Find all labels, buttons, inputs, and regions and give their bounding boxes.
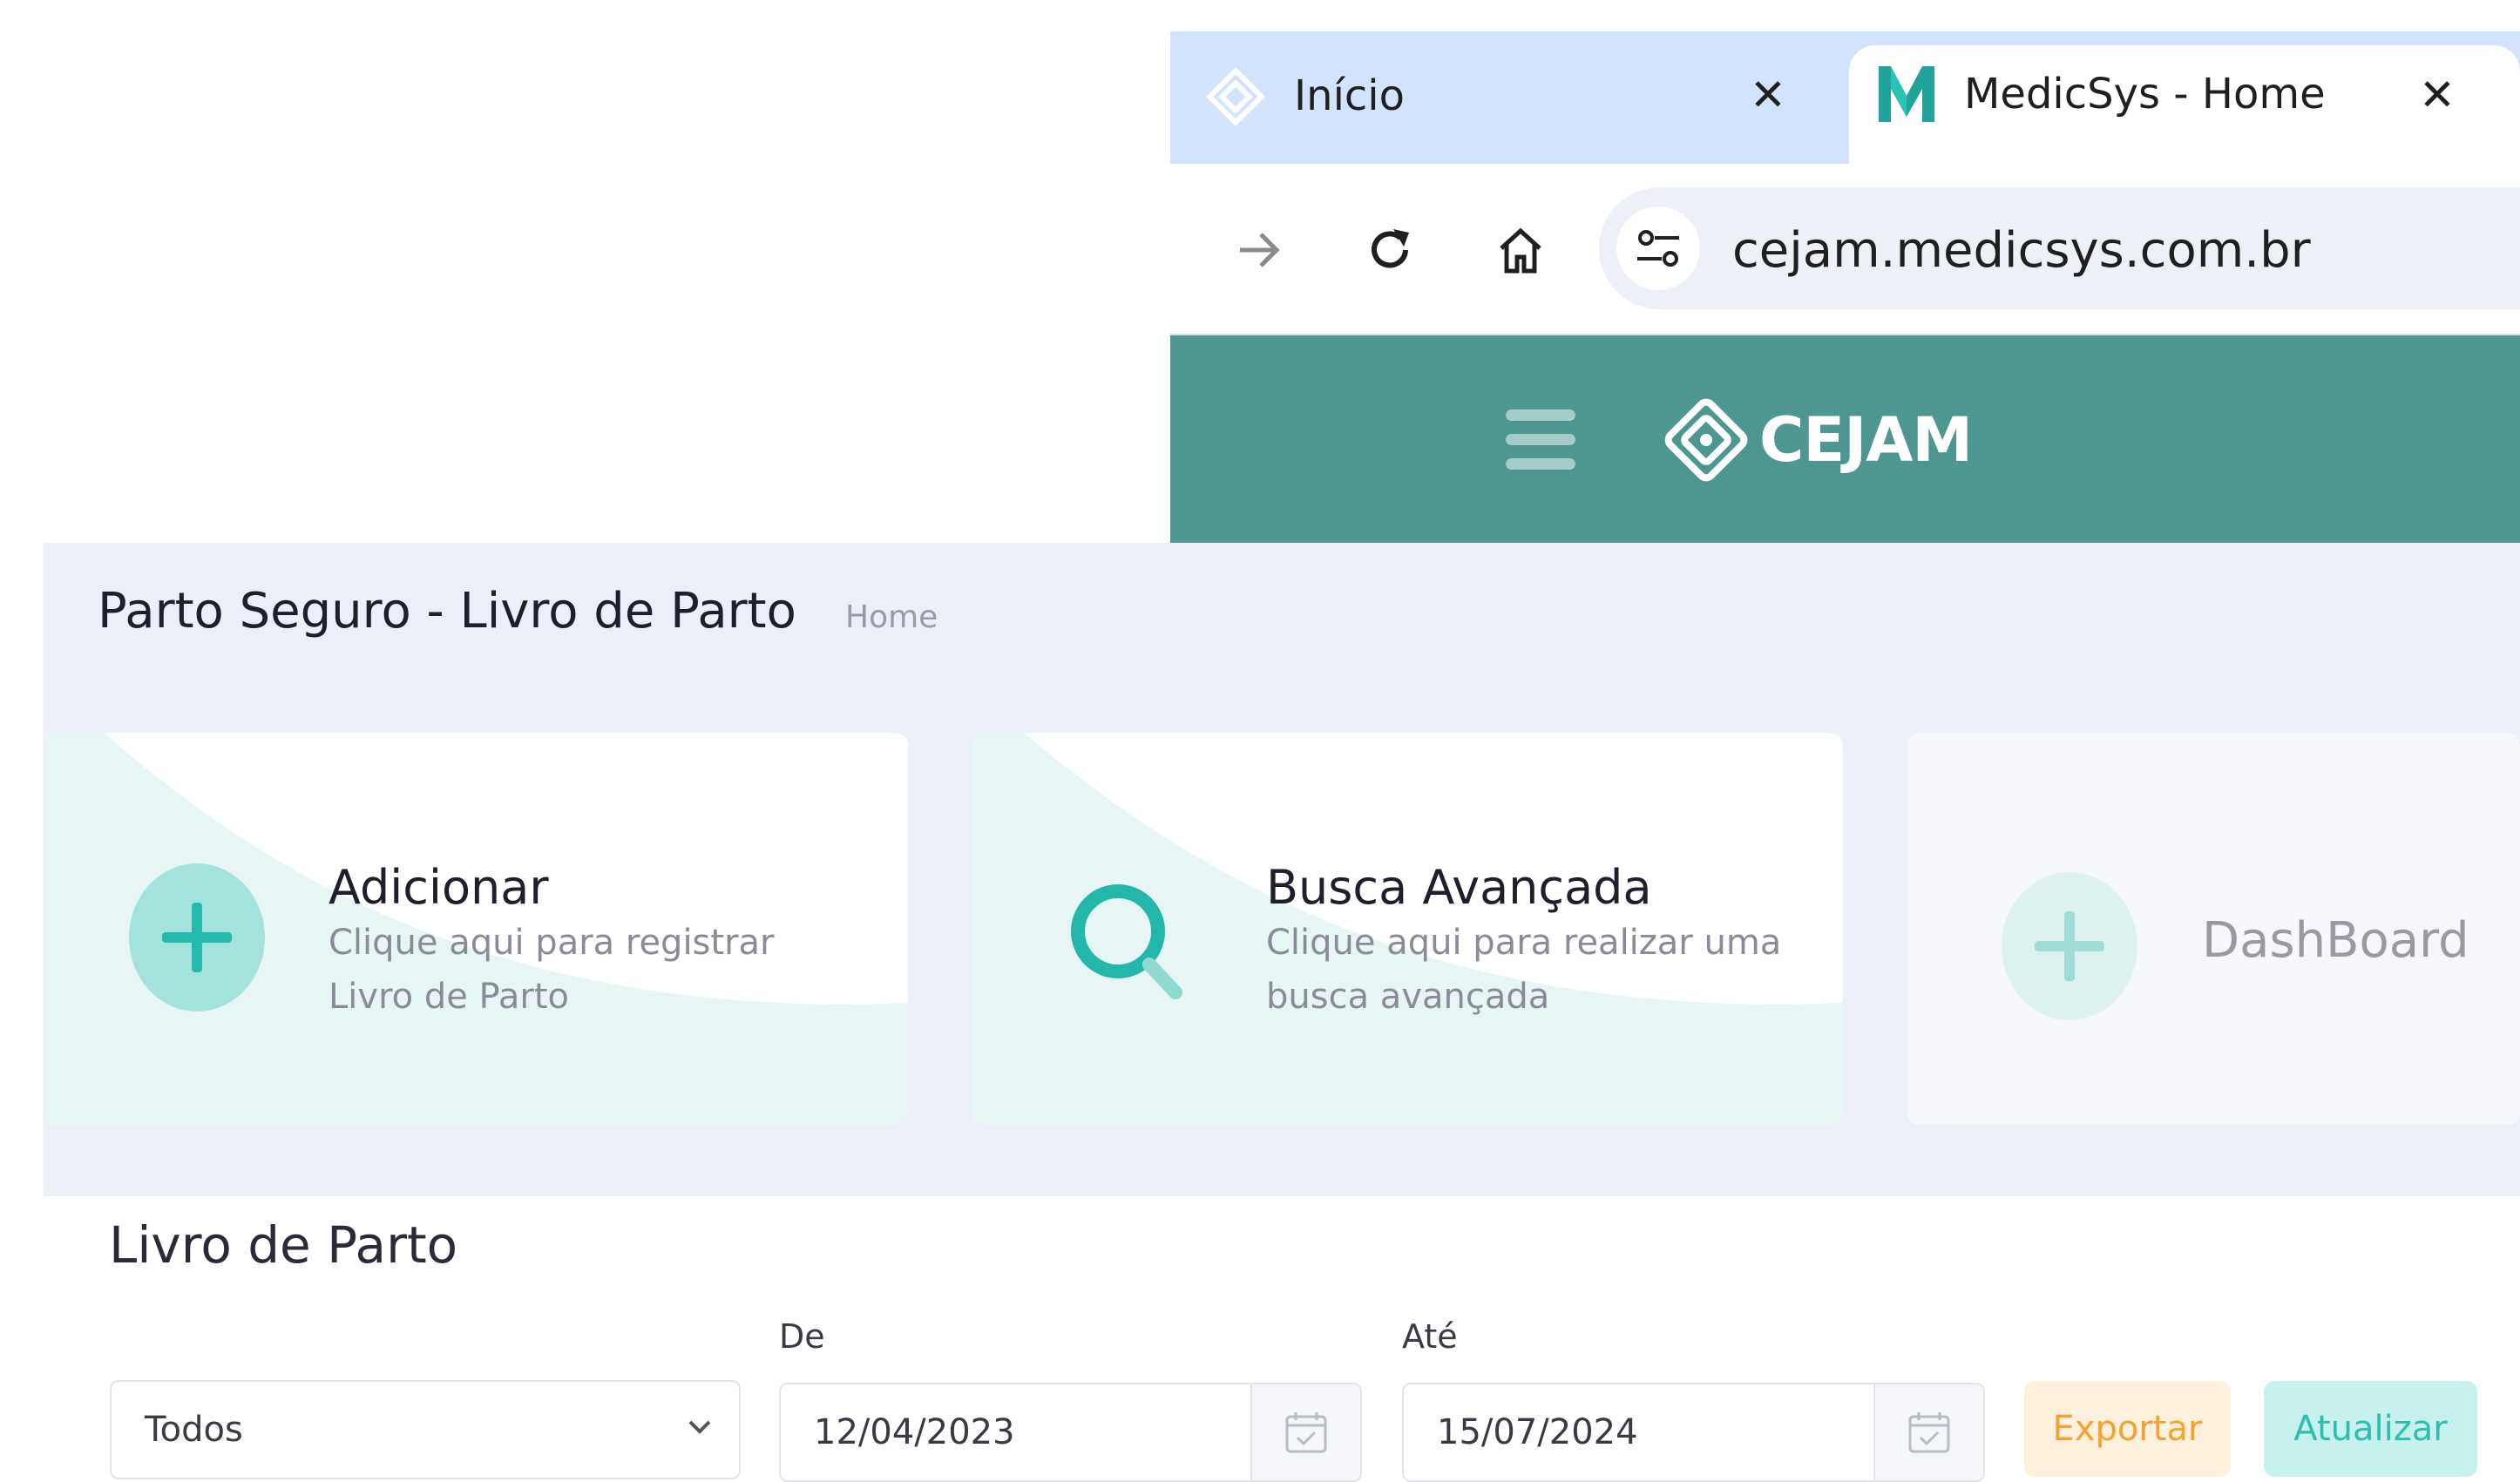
home-icon[interactable]: [1481, 211, 1560, 289]
tab-close-icon[interactable]: ✕: [2419, 73, 2456, 117]
section-title: Livro de Parto: [109, 1215, 458, 1275]
main-content: Parto Seguro - Livro de Parto Home Adici…: [44, 543, 2520, 1196]
url-text: cejam.medicsys.com.br: [1732, 222, 2311, 279]
add-icon: [129, 863, 265, 1012]
calendar-icon[interactable]: [1873, 1384, 1983, 1480]
to-date-field[interactable]: 15/07/2024: [1402, 1383, 1985, 1482]
card-title: Adicionar: [329, 860, 549, 915]
chevron-down-icon: [687, 1417, 713, 1441]
medicsys-m-icon: [1875, 63, 1938, 125]
card-description: Clique aqui para registrar Livro de Part…: [329, 923, 775, 1017]
tab-title: Início: [1294, 71, 1406, 120]
add-card[interactable]: Adicionar Clique aqui para registrar Liv…: [44, 733, 908, 1125]
calendar-icon[interactable]: [1250, 1384, 1360, 1480]
export-button[interactable]: Exportar: [2024, 1381, 2231, 1477]
app-header: CEJAM: [1170, 335, 2520, 543]
tab-medicsys-home[interactable]: MedicSys - Home ✕: [1849, 45, 2520, 164]
forward-icon[interactable]: [1220, 211, 1298, 289]
select-value: Todos: [145, 1410, 243, 1450]
breadcrumb-home[interactable]: Home: [845, 599, 938, 635]
address-bar[interactable]: cejam.medicsys.com.br: [1599, 187, 2520, 309]
search-icon: [1067, 881, 1189, 1012]
card-title: DashBoard: [2202, 912, 2469, 969]
tab-close-icon[interactable]: ✕: [1750, 73, 1786, 117]
menu-icon[interactable]: [1506, 409, 1575, 470]
refresh-button[interactable]: Atualizar: [2264, 1381, 2477, 1477]
card-description: Clique aqui para realizar uma busca avan…: [1266, 923, 1782, 1017]
brand-name: CEJAM: [1759, 404, 1973, 476]
cejam-logo-icon: [1664, 398, 1748, 482]
reload-icon[interactable]: [1351, 211, 1429, 289]
cejam-logo-icon: [1205, 66, 1266, 127]
brand-logo: CEJAM: [1658, 392, 1973, 488]
page-title: Parto Seguro - Livro de Parto: [98, 583, 796, 639]
tab-title: MedicSys - Home: [1964, 70, 2326, 118]
date-value: 15/07/2024: [1437, 1412, 1638, 1452]
to-label: Até: [1402, 1317, 1458, 1356]
dashboard-card[interactable]: DashBoard: [1907, 733, 2520, 1125]
status-select[interactable]: Todos: [110, 1380, 741, 1479]
site-settings-icon[interactable]: [1616, 206, 1700, 290]
from-label: De: [779, 1317, 825, 1356]
advanced-search-card[interactable]: Busca Avançada Clique aqui para realizar…: [972, 733, 1843, 1125]
tab-inicio[interactable]: Início ✕: [1170, 31, 1848, 164]
card-title: Busca Avançada: [1266, 860, 1652, 915]
from-date-field[interactable]: 12/04/2023: [779, 1383, 1362, 1482]
date-value: 12/04/2023: [814, 1412, 1015, 1452]
add-icon: [2002, 872, 2137, 1020]
